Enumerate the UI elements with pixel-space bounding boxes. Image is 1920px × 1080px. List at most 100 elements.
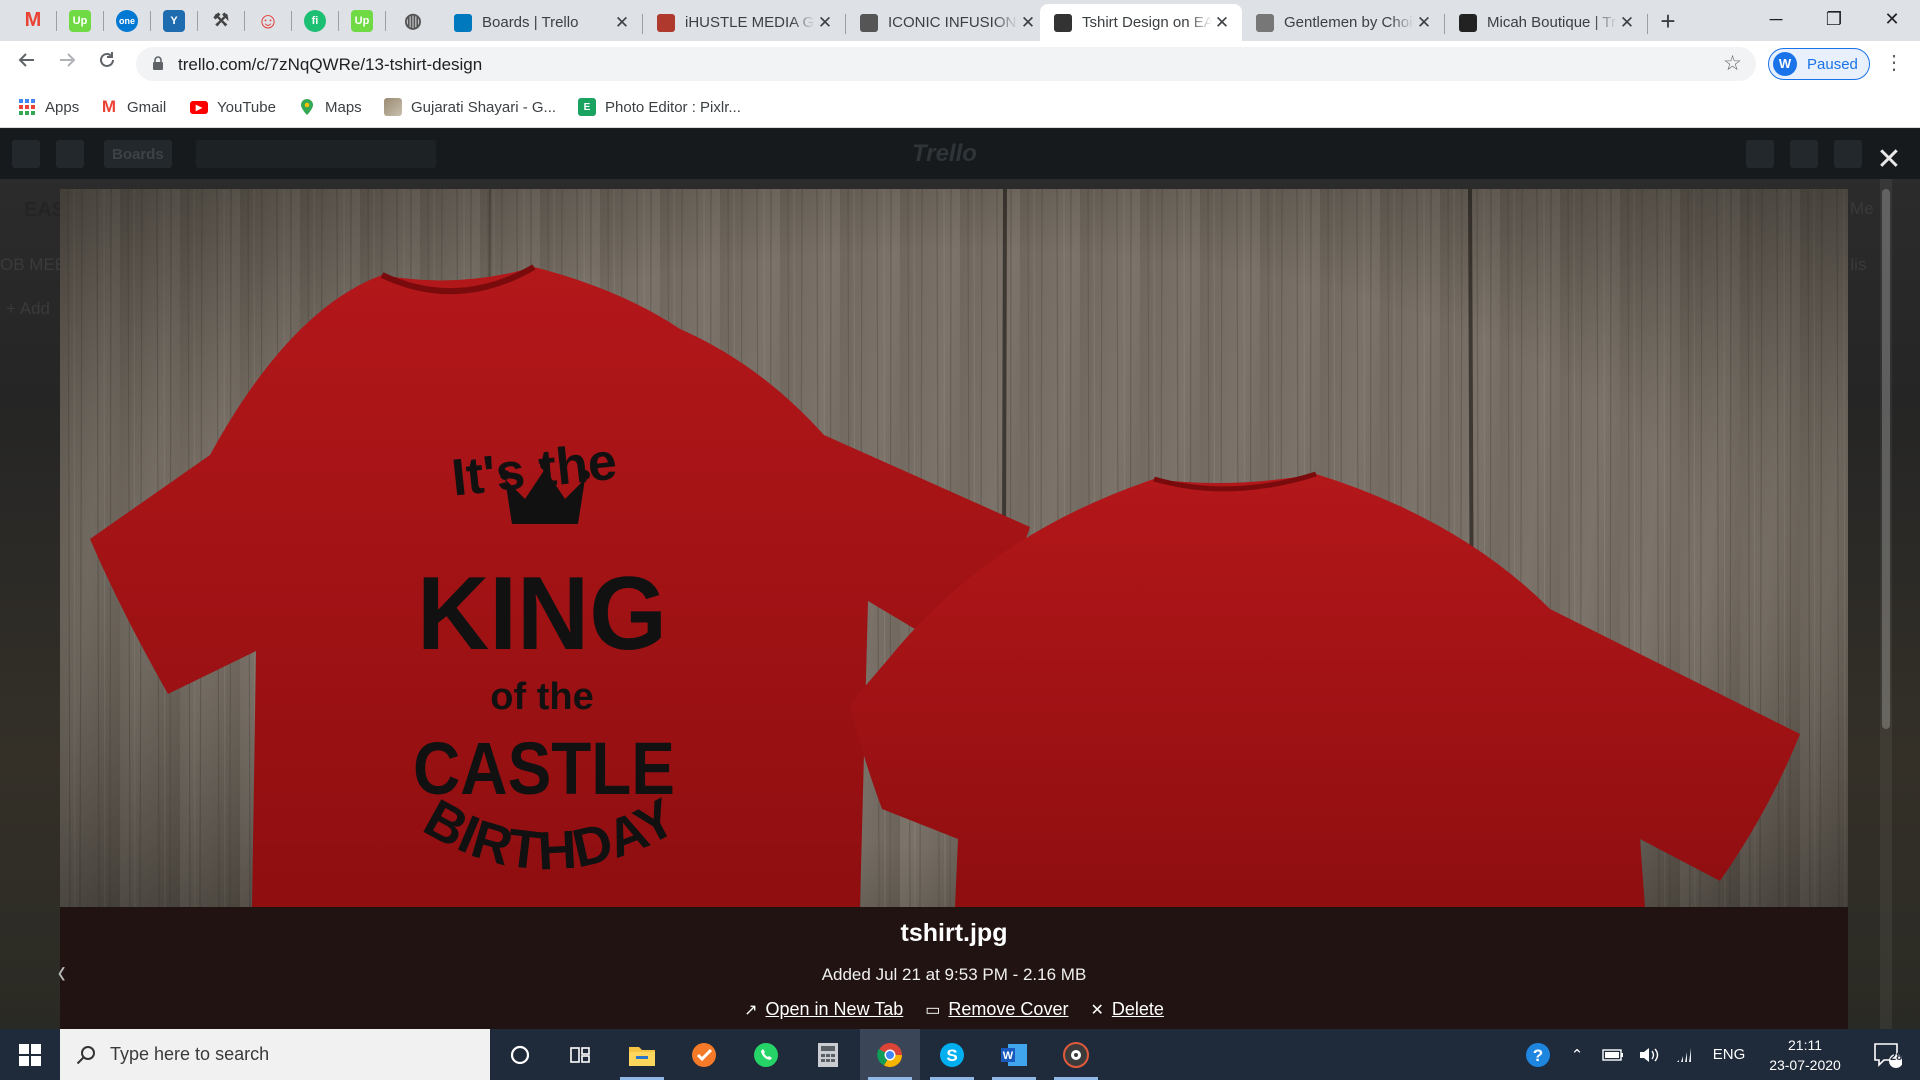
tab-close-icon[interactable]: ✕ — [612, 13, 632, 33]
search-placeholder: Type here to search — [110, 1044, 270, 1064]
action-center-button[interactable]: 28 — [1862, 1029, 1912, 1080]
tab-boards-trello[interactable]: Boards | Trello ✕ — [440, 4, 642, 41]
todo-icon — [692, 1042, 716, 1067]
upwork-icon: Up — [351, 9, 373, 32]
pinned-tab-upwork-2[interactable]: Up — [339, 0, 385, 41]
bookmark-pixlr[interactable]: E Photo Editor : Pixlr... — [578, 96, 741, 118]
bookmark-label: YouTube — [217, 98, 276, 116]
forward-button[interactable] — [52, 50, 82, 78]
tab-iconic-infusion[interactable]: ICONIC INFUSION ✕ — [846, 4, 1048, 41]
tab-tshirt-design[interactable]: Tshirt Design on EASY ✕ — [1040, 4, 1242, 41]
media-player-icon — [1063, 1041, 1089, 1068]
notification-count: 28 — [1890, 1051, 1903, 1063]
tshirt-favicon-icon — [1054, 13, 1072, 32]
create-icon[interactable] — [1746, 140, 1774, 168]
tab-close-icon[interactable]: ✕ — [1414, 13, 1434, 33]
word-button[interactable]: W — [984, 1029, 1044, 1080]
attachment-filename: tshirt.jpg — [900, 919, 1008, 947]
calculator-icon — [818, 1042, 838, 1067]
scrollbar-thumb[interactable] — [1882, 189, 1890, 729]
windows-taskbar: Type here to search S W ? ⌃ ENG 21:11 23… — [0, 1029, 1920, 1080]
upwork-icon: Up — [69, 9, 91, 32]
boards-button[interactable]: Boards — [104, 140, 172, 168]
bookmark-label: Maps — [325, 98, 362, 116]
action-label: Delete — [1111, 999, 1164, 1019]
wifi-tray-button[interactable] — [1668, 1029, 1702, 1080]
tab-close-icon[interactable]: ✕ — [1212, 13, 1232, 33]
chrome-button[interactable] — [860, 1029, 920, 1080]
wifi-icon — [1677, 1047, 1691, 1062]
remove-cover-button[interactable]: ▭ Remove Cover — [925, 999, 1068, 1020]
tab-title: iHUSTLE MEDIA GROUP — [685, 14, 815, 31]
tab-gentlemen-by-choice[interactable]: Gentlemen by Choice ✕ — [1242, 4, 1444, 41]
close-preview-button[interactable]: ✕ — [1874, 145, 1904, 175]
pinned-tab-yammer[interactable]: Y — [151, 0, 197, 41]
profile-button[interactable]: W Paused — [1768, 48, 1870, 80]
close-icon: ✕ — [1090, 1001, 1104, 1019]
pinned-tab-tools[interactable]: ⚒ — [198, 0, 244, 41]
gmail-icon: M — [24, 9, 42, 31]
volume-icon — [1640, 1047, 1659, 1062]
bookmark-apps[interactable]: Apps — [18, 96, 79, 118]
file-explorer-icon — [629, 1046, 655, 1066]
apps-switcher-icon[interactable] — [12, 140, 40, 168]
pinned-tab-globe[interactable]: ◍ — [390, 0, 436, 41]
delete-attachment-button[interactable]: ✕ Delete — [1090, 999, 1163, 1020]
task-view-button[interactable] — [550, 1029, 610, 1080]
new-tab-button[interactable]: + — [1652, 7, 1684, 35]
back-button[interactable] — [12, 50, 42, 78]
taskbar-search-input[interactable]: Type here to search — [60, 1029, 490, 1080]
minimize-button[interactable]: ─ — [1748, 0, 1804, 41]
pinned-tab-onedrive[interactable]: one — [104, 0, 150, 41]
tab-ihustle-media[interactable]: iHUSTLE MEDIA GROUP ✕ — [643, 4, 845, 41]
pinned-tab-smiley[interactable]: ☺ — [245, 0, 291, 41]
file-explorer-button[interactable] — [612, 1029, 672, 1080]
start-button[interactable] — [0, 1029, 60, 1080]
gentlemen-favicon-icon — [1256, 13, 1274, 32]
tab-close-icon[interactable]: ✕ — [1617, 13, 1637, 33]
bookmarks-bar: Apps M Gmail ▶ YouTube Maps Gujarati Sha… — [0, 86, 1920, 128]
previous-attachment-arrow-icon[interactable]: ‹ — [58, 953, 66, 992]
battery-tray-button[interactable] — [1596, 1029, 1630, 1080]
pinned-tab-upwork[interactable]: Up — [57, 0, 103, 41]
bookmark-youtube[interactable]: ▶ YouTube — [190, 96, 276, 118]
pinned-tab-gmail[interactable]: M — [10, 0, 56, 41]
bookmark-label: Apps — [45, 98, 80, 116]
notifications-icon[interactable] — [1834, 140, 1862, 168]
media-player-button[interactable] — [1046, 1029, 1106, 1080]
calculator-button[interactable] — [798, 1029, 858, 1080]
bookmark-maps[interactable]: Maps — [298, 96, 362, 118]
restore-button[interactable]: ❐ — [1806, 0, 1862, 41]
home-icon[interactable] — [56, 140, 84, 168]
browser-menu-icon[interactable]: ⋮ — [1884, 50, 1904, 75]
trello-favicon-icon — [454, 13, 472, 32]
cortana-button[interactable] — [490, 1029, 550, 1080]
address-bar[interactable]: trello.com/c/7zNqQWRe/13-tshirt-design ☆ — [136, 47, 1756, 81]
taskbar-clock[interactable]: 21:11 23-07-2020 — [1760, 1035, 1850, 1075]
trello-logo: Trello — [912, 140, 977, 167]
tools-icon: ⚒ — [212, 10, 230, 30]
info-icon[interactable] — [1790, 140, 1818, 168]
skype-button[interactable]: S — [922, 1029, 982, 1080]
bookmark-gmail[interactable]: M Gmail — [100, 96, 166, 118]
bookmark-gujarati-shayari[interactable]: Gujarati Shayari - G... — [384, 96, 556, 118]
search-icon — [76, 1045, 95, 1064]
tab-close-icon[interactable]: ✕ — [1018, 13, 1038, 33]
help-tray-button[interactable]: ? — [1518, 1029, 1558, 1080]
open-in-new-tab-button[interactable]: ↗ Open in New Tab — [744, 999, 903, 1020]
trello-search-input[interactable] — [196, 140, 436, 168]
todo-button[interactable] — [674, 1029, 734, 1080]
window-close-button[interactable]: ✕ — [1864, 0, 1920, 41]
tab-close-icon[interactable]: ✕ — [815, 13, 835, 33]
show-hidden-icons-button[interactable]: ⌃ — [1562, 1029, 1592, 1080]
reload-button[interactable] — [92, 50, 122, 78]
volume-tray-button[interactable] — [1632, 1029, 1666, 1080]
image-icon — [384, 98, 402, 116]
language-indicator[interactable]: ENG — [1706, 1029, 1752, 1080]
bookmark-star-icon[interactable]: ☆ — [1723, 51, 1742, 76]
tab-micah-boutique[interactable]: Micah Boutique | Trello ✕ — [1445, 4, 1647, 41]
tab-title: Gentlemen by Choice — [1284, 14, 1414, 31]
bookmark-label: Photo Editor : Pixlr... — [605, 98, 741, 116]
whatsapp-button[interactable] — [736, 1029, 796, 1080]
pinned-tab-fiverr[interactable]: fi — [292, 0, 338, 41]
